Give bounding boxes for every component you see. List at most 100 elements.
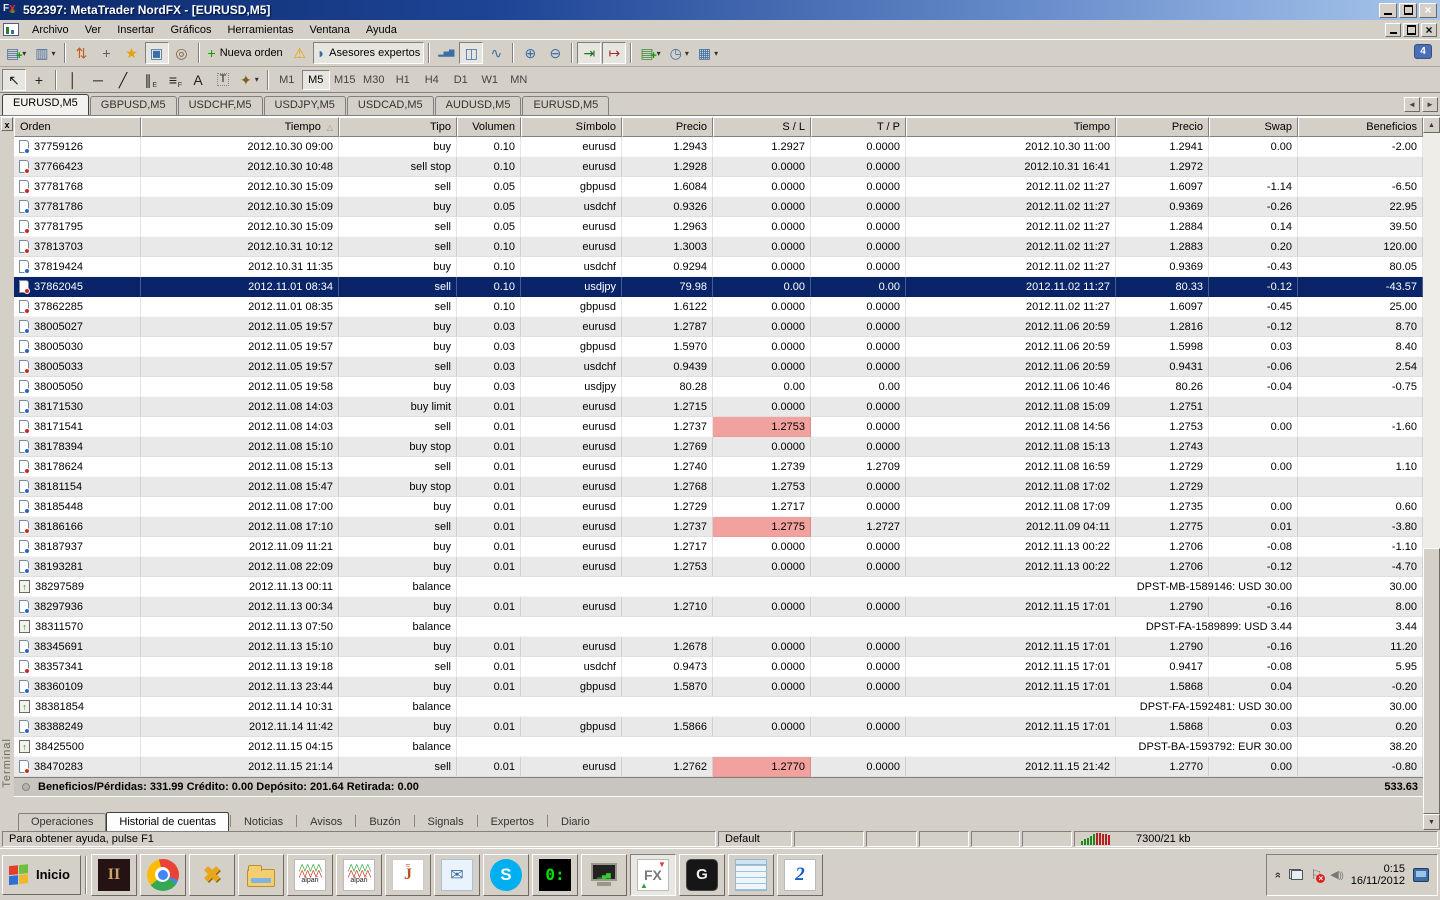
notepad-icon[interactable] <box>728 854 774 896</box>
chart-tab-usdchf-m5[interactable]: USDCHF,M5 <box>178 96 263 115</box>
new-order-button[interactable]: +Nueva orden <box>204 42 287 64</box>
table-row[interactable]: 377817682012.10.30 15:09sell0.05gbpusd1.… <box>14 177 1423 197</box>
restore-button[interactable] <box>1399 3 1417 18</box>
chart-tab-eurusd-m5[interactable]: EURUSD,M5 <box>522 96 609 115</box>
navigator-button[interactable]: ★ <box>120 42 144 64</box>
arrows-button[interactable]: ✦▾ <box>236 69 263 91</box>
table-row[interactable]: 381811542012.11.08 15:47buy stop0.01euru… <box>14 477 1423 497</box>
table-row[interactable]: 381715302012.11.08 14:03buy limit0.01eur… <box>14 397 1423 417</box>
table-row[interactable]: 381879372012.11.09 11:21buy0.01eurusd1.2… <box>14 537 1423 557</box>
table-row[interactable]: ↑382975892012.11.13 00:11balanceDPST-MB-… <box>14 577 1423 597</box>
table-row[interactable]: 383456912012.11.13 15:10buy0.01eurusd1.2… <box>14 637 1423 657</box>
terminal-tab-avisos[interactable]: Avisos <box>298 814 354 831</box>
column-header-precio-5[interactable]: Precio <box>622 117 713 137</box>
timeframe-h4[interactable]: H4 <box>418 70 446 90</box>
column-header-tipo-2[interactable]: Tipo <box>339 117 457 137</box>
column-header-swap-10[interactable]: Swap <box>1209 117 1298 137</box>
periods-button[interactable]: ◷▾ <box>666 42 693 64</box>
line-chart-button[interactable]: ∿ <box>484 42 508 64</box>
menu-item-graficos[interactable]: Gráficos <box>163 22 220 38</box>
timeframe-m15[interactable]: M15 <box>331 70 359 90</box>
profiles-button[interactable]: ▥▾ <box>31 42 59 64</box>
close-button[interactable]: × <box>1419 3 1437 18</box>
photo-mail-icon[interactable]: ✉ <box>434 854 480 896</box>
cursor-button[interactable]: ↖ <box>2 69 26 91</box>
auto-scroll-button[interactable]: ⇥ <box>577 42 601 64</box>
timeframe-h1[interactable]: H1 <box>389 70 417 90</box>
tray-chevron-icon[interactable]: » <box>1272 871 1284 877</box>
column-header-precio-9[interactable]: Precio <box>1116 117 1209 137</box>
start-button[interactable]: Inicio <box>2 855 81 895</box>
menu-item-insertar[interactable]: Insertar <box>109 22 162 38</box>
zoom-in-button[interactable]: ⊕ <box>518 42 542 64</box>
terminal-tab-buzon[interactable]: Buzón <box>357 814 412 831</box>
scroll-down-icon[interactable]: ▼ <box>1423 814 1440 830</box>
horizontal-line-button[interactable]: ─ <box>86 69 110 91</box>
fibonacci-button[interactable]: ≡F <box>161 69 185 91</box>
column-header-beneficios-11[interactable]: Beneficios <box>1298 117 1423 137</box>
menu-item-ayuda[interactable]: Ayuda <box>358 22 405 38</box>
column-header-tiempo-8[interactable]: Tiempo <box>906 117 1116 137</box>
table-row[interactable]: 383601092012.11.13 23:44buy0.01gbpusd1.5… <box>14 677 1423 697</box>
status-profile[interactable]: Default <box>718 831 792 847</box>
menu-item-ver[interactable]: Ver <box>77 22 110 38</box>
table-row[interactable]: 383882492012.11.14 11:42buy0.01gbpusd1.5… <box>14 717 1423 737</box>
g-key-icon[interactable]: G <box>679 854 725 896</box>
timeframe-m30[interactable]: M30 <box>360 70 388 90</box>
candlestick-button[interactable]: ◫ <box>459 42 483 64</box>
terminal-button[interactable]: ▣ <box>145 42 169 64</box>
folder-icon[interactable] <box>238 854 284 896</box>
tray-clock[interactable]: 0:15 16/11/2012 <box>1351 863 1405 887</box>
chart-tab-usdjpy-m5[interactable]: USDJPY,M5 <box>264 96 346 115</box>
volume-icon[interactable]: ◀)) <box>1330 868 1342 881</box>
metatrader-icon[interactable]: FX <box>630 854 676 896</box>
terminal-tab-historial-de-cuentas[interactable]: Historial de cuentas <box>106 812 229 831</box>
table-row[interactable]: 381715412012.11.08 14:03sell0.01eurusd1.… <box>14 417 1423 437</box>
new-chart-button[interactable]: ▤+▾ <box>2 42 30 64</box>
column-header-volumen-3[interactable]: Volumen <box>457 117 521 137</box>
column-header-t-p-7[interactable]: T / P <box>811 117 906 137</box>
column-header-s-l-6[interactable]: S / L <box>713 117 811 137</box>
stats-monitor-icon[interactable]: ▁▄▆ <box>581 854 627 896</box>
terminal-tab-expertos[interactable]: Expertos <box>479 814 546 831</box>
table-row[interactable]: 380050272012.11.05 19:57buy0.03eurusd1.2… <box>14 317 1423 337</box>
timeframe-mn[interactable]: MN <box>505 70 533 90</box>
table-row[interactable]: 381861662012.11.08 17:10sell0.01eurusd1.… <box>14 517 1423 537</box>
market-watch-button[interactable]: ⇅ <box>70 42 94 64</box>
table-row[interactable]: 382979362012.11.13 00:34buy0.01eurusd1.2… <box>14 597 1423 617</box>
table-row[interactable]: 377591262012.10.30 09:00buy0.10eurusd1.2… <box>14 137 1423 157</box>
zoom-out-button[interactable]: ⊖ <box>543 42 567 64</box>
timeframe-d1[interactable]: D1 <box>447 70 475 90</box>
child-close-button[interactable]: × <box>1421 23 1437 37</box>
column-header-orden-0[interactable]: Orden <box>14 117 141 137</box>
text-label-button[interactable]: T <box>211 69 235 91</box>
timeframe-w1[interactable]: W1 <box>476 70 504 90</box>
skype-icon[interactable]: S <box>483 854 529 896</box>
vertical-scrollbar[interactable]: ▲ ▼ <box>1423 117 1440 830</box>
table-row[interactable]: 381854482012.11.08 17:00buy0.01eurusd1.2… <box>14 497 1423 517</box>
table-row[interactable]: 378620452012.11.01 08:34sell0.10usdjpy79… <box>14 277 1423 297</box>
indicators-button[interactable]: ▤+▾ <box>636 42 664 64</box>
bank-z-icon[interactable]: 2 <box>777 854 823 896</box>
java-icon[interactable]: ≈J <box>385 854 431 896</box>
chart-tab-eurusd-m5[interactable]: EURUSD,M5 <box>2 94 89 115</box>
menu-item-herramientas[interactable]: Herramientas <box>219 22 301 38</box>
hack-tool-icon[interactable]: ✖ <box>189 854 235 896</box>
alpari-icon[interactable]: ⋀⋀⋀⋀⋀⋀⋀⋀alpari <box>287 854 333 896</box>
notification-badge[interactable]: 4 <box>1414 44 1432 59</box>
menu-item-ventana[interactable]: Ventana <box>302 22 358 38</box>
alert-button[interactable]: ⚠ <box>288 42 312 64</box>
terminal-tab-operaciones[interactable]: Operaciones <box>18 813 106 831</box>
table-row[interactable]: 377817952012.10.30 15:09sell0.05eurusd1.… <box>14 217 1423 237</box>
child-restore-button[interactable] <box>1403 23 1419 37</box>
tab-scroll-left-icon[interactable]: ◄ <box>1404 97 1420 112</box>
table-row[interactable]: ↑384255002012.11.15 04:15balanceDPST-BA-… <box>14 737 1423 757</box>
show-desktop-icon[interactable] <box>1413 868 1429 882</box>
horizontal-scrollbar[interactable] <box>14 796 1423 810</box>
table-row[interactable]: ↑383818542012.11.14 10:31balanceDPST-FA-… <box>14 697 1423 717</box>
scroll-up-icon[interactable]: ▲ <box>1423 117 1440 133</box>
terminal-tab-diario[interactable]: Diario <box>549 814 602 831</box>
scrollbar-track[interactable] <box>1423 133 1440 814</box>
table-row[interactable]: 378194242012.10.31 11:35buy0.10usdchf0.9… <box>14 257 1423 277</box>
alpari-icon-2[interactable]: ⋀⋀⋀⋀⋀⋀⋀⋀alpari <box>336 854 382 896</box>
